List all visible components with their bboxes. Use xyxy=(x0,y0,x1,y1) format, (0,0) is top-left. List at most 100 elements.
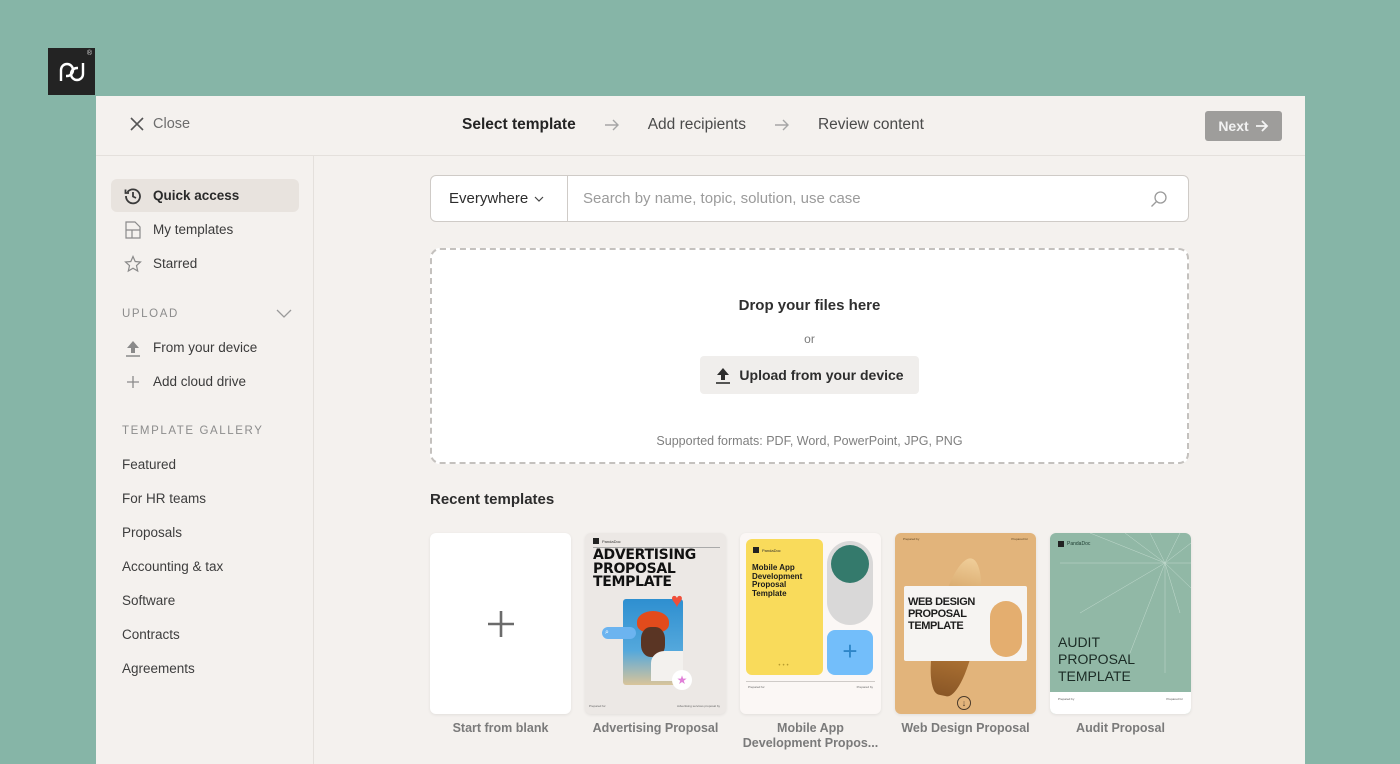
thumb-panel: WEB DESIGN PROPOSAL TEMPLATE xyxy=(904,586,1027,661)
close-icon xyxy=(130,117,144,131)
gallery-item-agreements[interactable]: Agreements xyxy=(122,661,195,676)
gallery-item-featured[interactable]: Featured xyxy=(122,457,176,472)
plus-icon xyxy=(123,372,143,392)
template-card-advertising[interactable]: PandaDoc ADVERTISING PROPOSAL TEMPLATE ♥… xyxy=(585,533,726,736)
template-picker-modal: Close Select template Add recipients Rev… xyxy=(96,96,1305,764)
template-thumbnail: PandaDoc Mobile App Development Proposal… xyxy=(740,533,881,714)
logo-mark-icon xyxy=(59,62,84,81)
modal-header: Close Select template Add recipients Rev… xyxy=(96,96,1305,156)
next-label: Next xyxy=(1218,118,1249,134)
template-card-audit[interactable]: PandaDoc AUDIT PROPOSAL TEMPLATE Prepare… xyxy=(1050,533,1191,736)
thumb-dots: ••• xyxy=(778,663,791,669)
gallery-item-software[interactable]: Software xyxy=(122,593,175,608)
sidebar-item-label: My templates xyxy=(153,222,234,237)
arrow-right-icon xyxy=(604,119,620,131)
search-pill-icon: ⌕ xyxy=(602,627,636,639)
template-card-label: Audit Proposal xyxy=(1076,721,1165,735)
add-cloud-drive-item[interactable]: Add cloud drive xyxy=(111,365,299,398)
template-thumbnail: PandaDoc AUDIT PROPOSAL TEMPLATE Prepare… xyxy=(1050,533,1191,714)
thumb-header: PandaDoc xyxy=(1058,541,1090,547)
registered-mark: ® xyxy=(86,50,92,57)
sidebar-item-my-templates[interactable]: My templates xyxy=(111,213,299,246)
thumb-footer: Prepared for Prepared by xyxy=(748,685,873,689)
gallery-item-accounting-tax[interactable]: Accounting & tax xyxy=(122,559,223,574)
template-card-mobile-app[interactable]: PandaDoc Mobile App Development Proposal… xyxy=(740,533,881,751)
thumb-header: PandaDoc xyxy=(753,547,781,553)
thumb-footer: Prepared for Advertising services proposa… xyxy=(589,704,720,708)
search-input[interactable] xyxy=(568,176,1150,221)
template-gallery-section-label: TEMPLATE GALLERY xyxy=(122,425,264,437)
upload-button-label: Upload from your device xyxy=(739,367,904,383)
thumb-plus-icon: + xyxy=(827,630,873,675)
sidebar-item-label: Starred xyxy=(153,256,198,271)
template-thumbnail xyxy=(430,533,571,714)
step-review-content: Review content xyxy=(817,116,924,133)
arrow-right-icon xyxy=(1255,120,1268,132)
search-bar: Everywhere xyxy=(430,175,1189,222)
upload-section-label: UPLOAD xyxy=(122,308,179,320)
upload-from-device-item[interactable]: From your device xyxy=(111,331,299,364)
main-content: Everywhere Drop your files here or Uploa… xyxy=(314,156,1305,764)
file-dropzone[interactable]: Drop your files here or Upload from your… xyxy=(430,248,1189,464)
pandadoc-mini-logo xyxy=(593,538,599,544)
template-icon xyxy=(123,220,143,240)
sidebar-item-quick-access[interactable]: Quick access xyxy=(111,179,299,212)
sidebar-item-label: From your device xyxy=(153,340,258,355)
thumb-title: Mobile App Development Proposal Template xyxy=(752,563,803,598)
thumb-brand: PandaDoc xyxy=(762,547,781,553)
search-icon[interactable] xyxy=(1150,190,1170,208)
template-card-blank[interactable]: Start from blank xyxy=(430,533,571,736)
sidebar: Quick access My templates Starred UPLOAD… xyxy=(96,156,314,764)
dropzone-or: or xyxy=(804,332,815,346)
star-badge-icon: ★ xyxy=(672,670,692,690)
template-card-label: Web Design Proposal xyxy=(901,721,1030,735)
template-card-label: Advertising Proposal xyxy=(592,721,719,735)
heart-icon: ♥ xyxy=(671,590,683,612)
recent-templates-heading: Recent templates xyxy=(430,491,555,508)
sidebar-item-starred[interactable]: Starred xyxy=(111,247,299,280)
template-card-label: Mobile App Development Propos... xyxy=(742,721,879,750)
upload-icon xyxy=(716,368,731,384)
thumb-yellow-panel: PandaDoc Mobile App Development Proposal… xyxy=(746,539,823,675)
supported-formats: Supported formats: PDF, Word, PowerPoint… xyxy=(656,434,963,448)
download-circle-icon: ↓ xyxy=(957,696,971,710)
wizard-steps: Select template Add recipients Review co… xyxy=(462,116,924,134)
next-button[interactable]: Next xyxy=(1205,111,1282,141)
thumb-title: WEB DESIGN PROPOSAL TEMPLATE xyxy=(908,596,975,632)
template-thumbnail: Prepared by Prepared for WEB DESIGN PROPO… xyxy=(895,533,1036,714)
step-select-template: Select template xyxy=(462,116,576,133)
thumb-header: Prepared by Prepared for xyxy=(903,537,1028,541)
arrow-right-icon xyxy=(774,119,790,131)
upload-from-device-button[interactable]: Upload from your device xyxy=(700,356,919,394)
search-scope-value: Everywhere xyxy=(449,190,529,207)
thumb-brand: PandaDoc xyxy=(1067,541,1091,547)
chevron-down-icon xyxy=(534,196,544,202)
close-label: Close xyxy=(153,116,191,132)
thumb-brand: PandaDoc xyxy=(602,538,621,544)
pandadoc-mini-logo xyxy=(753,547,759,553)
sidebar-item-label: Add cloud drive xyxy=(153,374,247,389)
template-card-label: Start from blank xyxy=(452,721,549,735)
thumb-title: ADVERTISING PROPOSAL TEMPLATE xyxy=(593,547,696,590)
upload-icon xyxy=(123,338,143,358)
template-thumbnail: PandaDoc ADVERTISING PROPOSAL TEMPLATE ♥… xyxy=(585,533,726,714)
template-card-web-design[interactable]: Prepared by Prepared for WEB DESIGN PROPO… xyxy=(895,533,1036,736)
thumb-footer: Prepared by Prepared for xyxy=(1050,692,1191,714)
pandadoc-logo: ® xyxy=(48,48,95,95)
sidebar-item-label: Quick access xyxy=(153,188,240,203)
plus-icon xyxy=(487,610,514,637)
thumb-oval xyxy=(990,601,1022,657)
star-icon xyxy=(123,254,143,274)
gallery-item-hr-teams[interactable]: For HR teams xyxy=(122,491,206,506)
search-scope-dropdown[interactable]: Everywhere xyxy=(431,176,568,221)
chevron-down-icon[interactable] xyxy=(276,306,292,324)
close-button[interactable]: Close xyxy=(129,116,190,132)
step-add-recipients: Add recipients xyxy=(647,116,746,133)
history-icon xyxy=(123,186,143,206)
pandadoc-mini-logo xyxy=(1058,541,1064,547)
dropzone-title: Drop your files here xyxy=(738,297,881,314)
thumb-divider xyxy=(746,681,875,682)
toggle-knob xyxy=(831,545,869,583)
gallery-item-proposals[interactable]: Proposals xyxy=(122,525,182,540)
gallery-item-contracts[interactable]: Contracts xyxy=(122,627,180,642)
